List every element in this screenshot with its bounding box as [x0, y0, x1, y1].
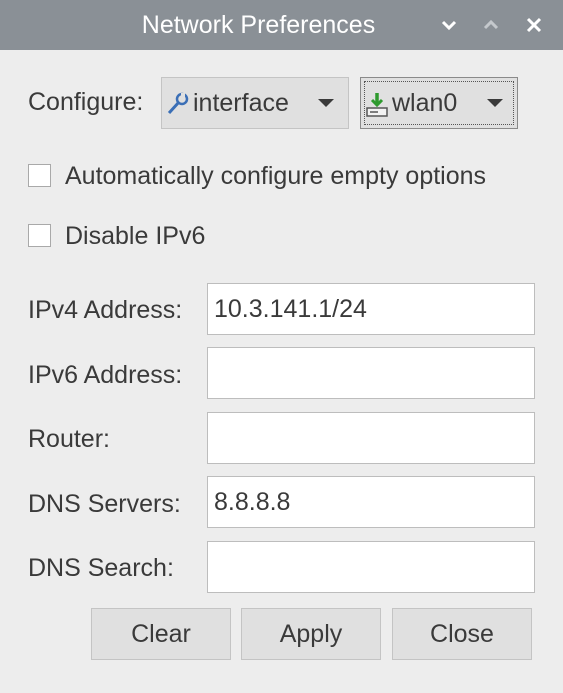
title-bar[interactable]: Network Preferences	[0, 0, 563, 50]
configure-label: Configure:	[28, 88, 144, 116]
chevron-up-icon	[483, 19, 499, 30]
dropdown-arrow-icon	[487, 99, 503, 107]
clear-button[interactable]: Clear	[91, 608, 231, 660]
ipv4-address-input[interactable]	[207, 283, 535, 335]
configure-type-value: interface	[193, 89, 289, 117]
auto-configure-label: Automatically configure empty options	[65, 162, 487, 190]
configure-device-value: wlan0	[392, 89, 458, 117]
router-label: Router:	[28, 425, 110, 453]
ipv6-label: IPv6 Address:	[28, 361, 183, 389]
network-preferences-window: Network Preferences Configure: interface	[0, 0, 563, 693]
disable-ipv6-option[interactable]: Disable IPv6	[28, 222, 205, 250]
disable-ipv6-checkbox[interactable]	[28, 224, 51, 247]
auto-configure-checkbox[interactable]	[28, 164, 51, 187]
configure-device-combo[interactable]: wlan0	[360, 77, 518, 129]
close-icon	[526, 17, 542, 33]
close-window-button[interactable]	[517, 8, 551, 42]
auto-configure-option[interactable]: Automatically configure empty options	[28, 162, 486, 190]
dns-search-input[interactable]	[207, 541, 535, 593]
configure-type-combo[interactable]: interface	[161, 77, 349, 129]
router-input[interactable]	[207, 412, 535, 464]
apply-button[interactable]: Apply	[241, 608, 381, 660]
network-device-icon	[366, 93, 388, 117]
dns-servers-label: DNS Servers:	[28, 490, 181, 518]
dns-search-label: DNS Search:	[28, 554, 174, 582]
ipv6-address-input[interactable]	[207, 347, 535, 399]
dns-servers-input[interactable]	[207, 476, 535, 528]
dropdown-arrow-icon	[318, 99, 334, 107]
close-button[interactable]: Close	[392, 608, 532, 660]
chevron-down-icon	[441, 20, 457, 31]
ipv4-label: IPv4 Address:	[28, 296, 183, 324]
maximize-button[interactable]	[474, 8, 508, 42]
disable-ipv6-label: Disable IPv6	[65, 222, 206, 250]
minimize-button[interactable]	[432, 8, 466, 42]
wrench-icon	[167, 92, 189, 115]
